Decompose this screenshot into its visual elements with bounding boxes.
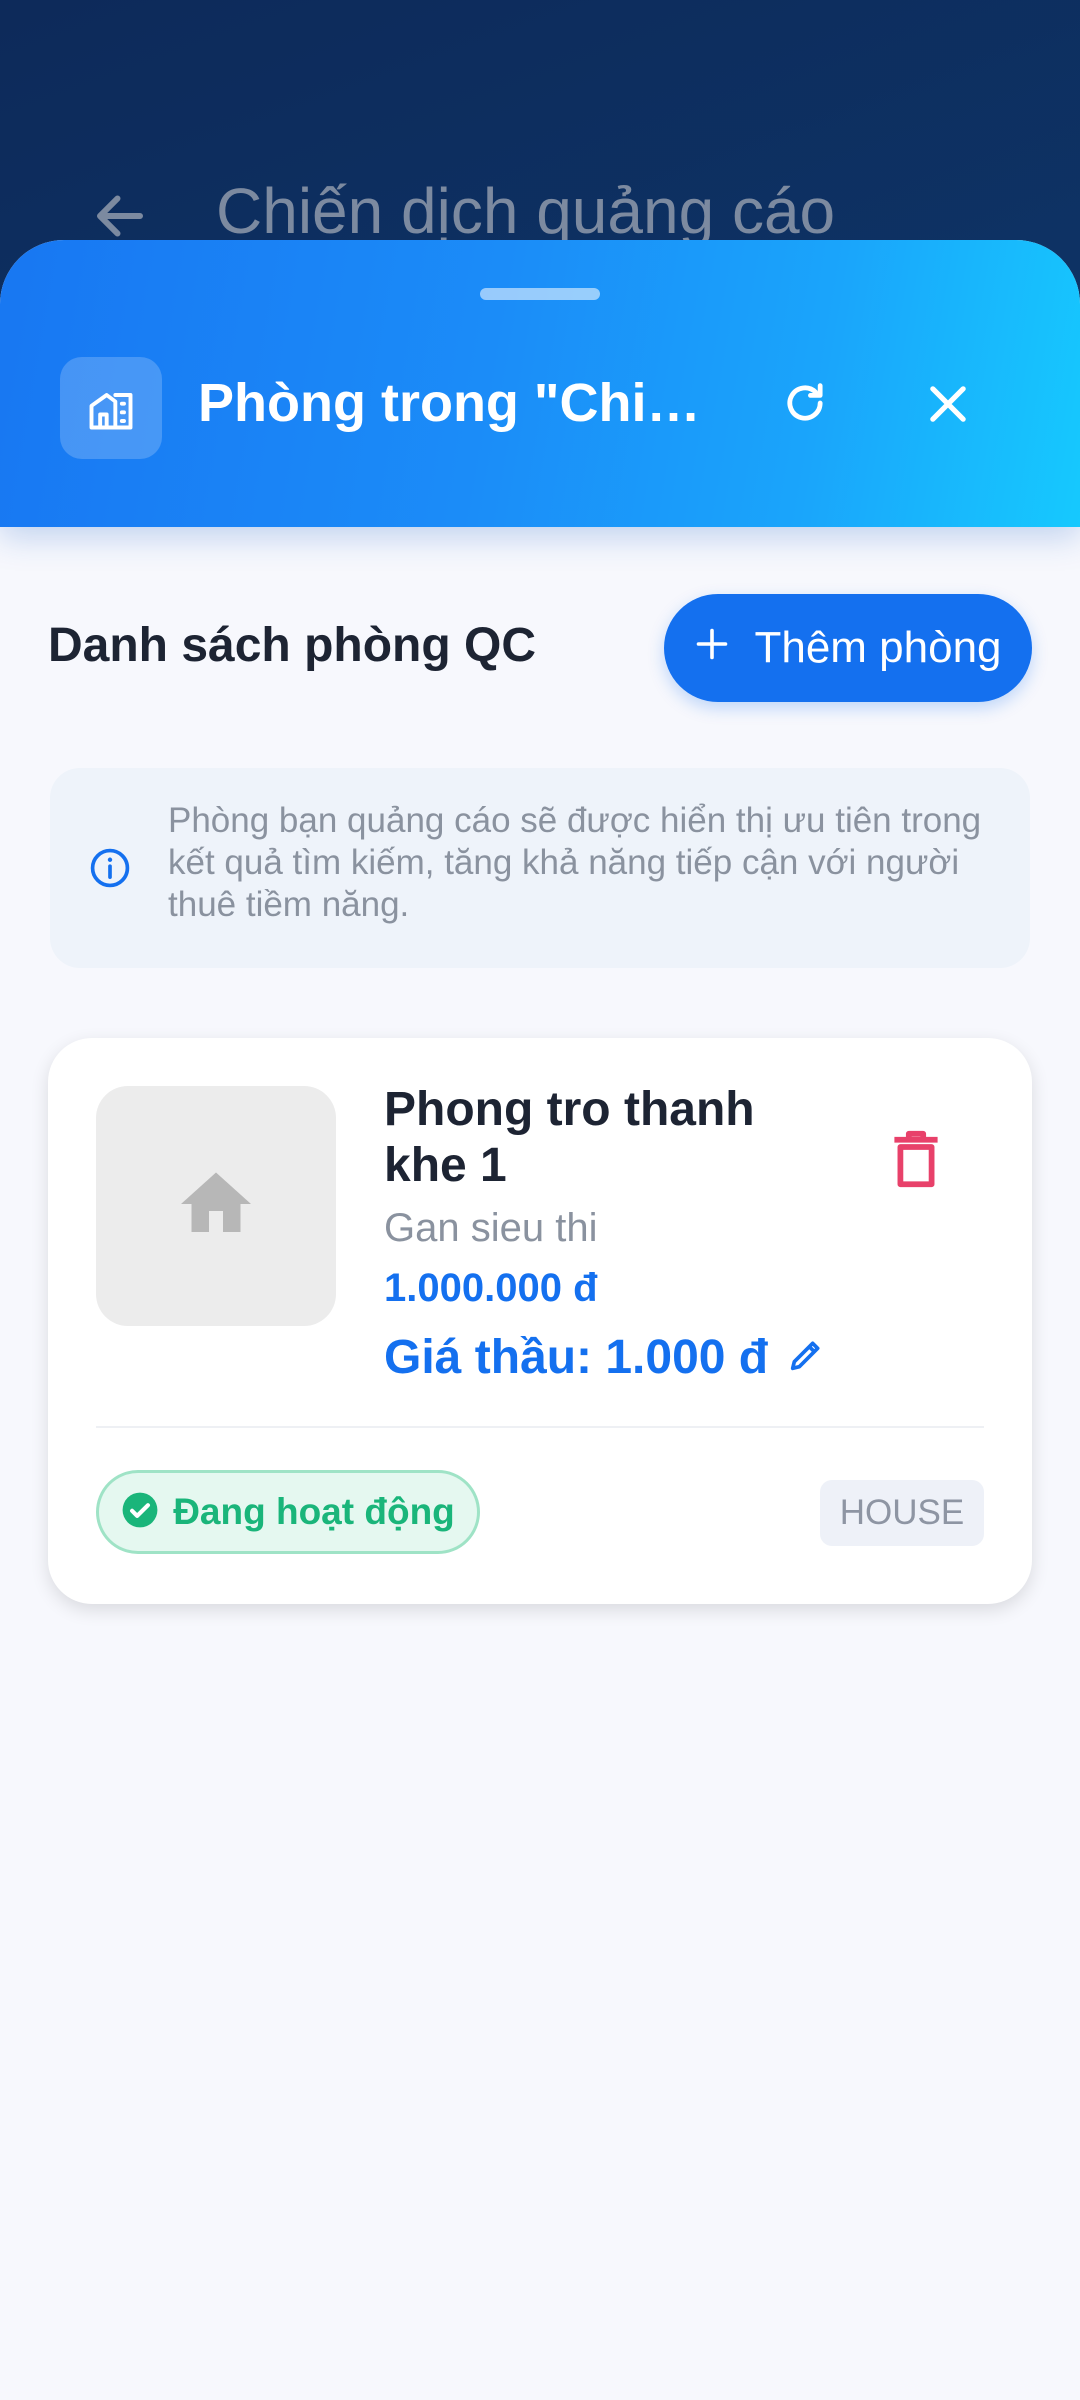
room-price: 1.000.000 đ [384,1266,598,1310]
status-text: Đang hoạt động [173,1491,455,1532]
background-page-title: Chiến dịch quảng cáo [216,175,836,247]
refresh-icon [779,377,831,434]
drag-handle[interactable] [480,288,600,300]
status-badge: Đang hoạt động [96,1470,480,1554]
edit-pencil-icon[interactable] [786,1335,826,1380]
plus-icon [694,623,730,673]
refresh-button[interactable] [770,370,840,440]
room-name: Phong tro thanh khe 1 [384,1083,755,1192]
room-description: Gan sieu thi [384,1206,598,1250]
rooms-bottom-sheet: Phòng trong "Chiến ... Danh sách phòng Q… [0,240,1080,2400]
room-bid-text: Giá thầu: 1.000 đ [384,1331,769,1384]
add-room-label: Thêm phòng [754,623,1002,672]
room-type-tag: HOUSE [820,1480,984,1546]
room-bid[interactable]: Giá thầu: 1.000 đ [384,1330,826,1385]
info-text: Phòng bạn quảng cáo sẽ được hiển thị ưu … [168,801,982,924]
home-icon [174,1162,258,1251]
card-divider [96,1426,984,1428]
delete-room-button[interactable] [886,1126,946,1196]
building-icon [60,357,162,459]
check-circle-icon [121,1491,159,1534]
info-banner: Phòng bạn quảng cáo sẽ được hiển thị ưu … [50,768,1030,968]
room-list-title: Danh sách phòng QC [48,619,537,672]
close-button[interactable] [912,370,984,442]
add-room-button[interactable]: Thêm phòng [664,594,1032,702]
close-icon [922,378,974,435]
info-icon [88,846,132,890]
sheet-title: Phòng trong "Chiến ... [198,373,718,433]
room-thumbnail [96,1086,336,1326]
trash-icon [892,1130,940,1193]
back-arrow-icon [90,186,150,246]
room-card[interactable]: Phong tro thanh khe 1 Gan sieu thi 1.000… [48,1038,1032,1604]
sheet-header: Phòng trong "Chiến ... [0,240,1080,527]
